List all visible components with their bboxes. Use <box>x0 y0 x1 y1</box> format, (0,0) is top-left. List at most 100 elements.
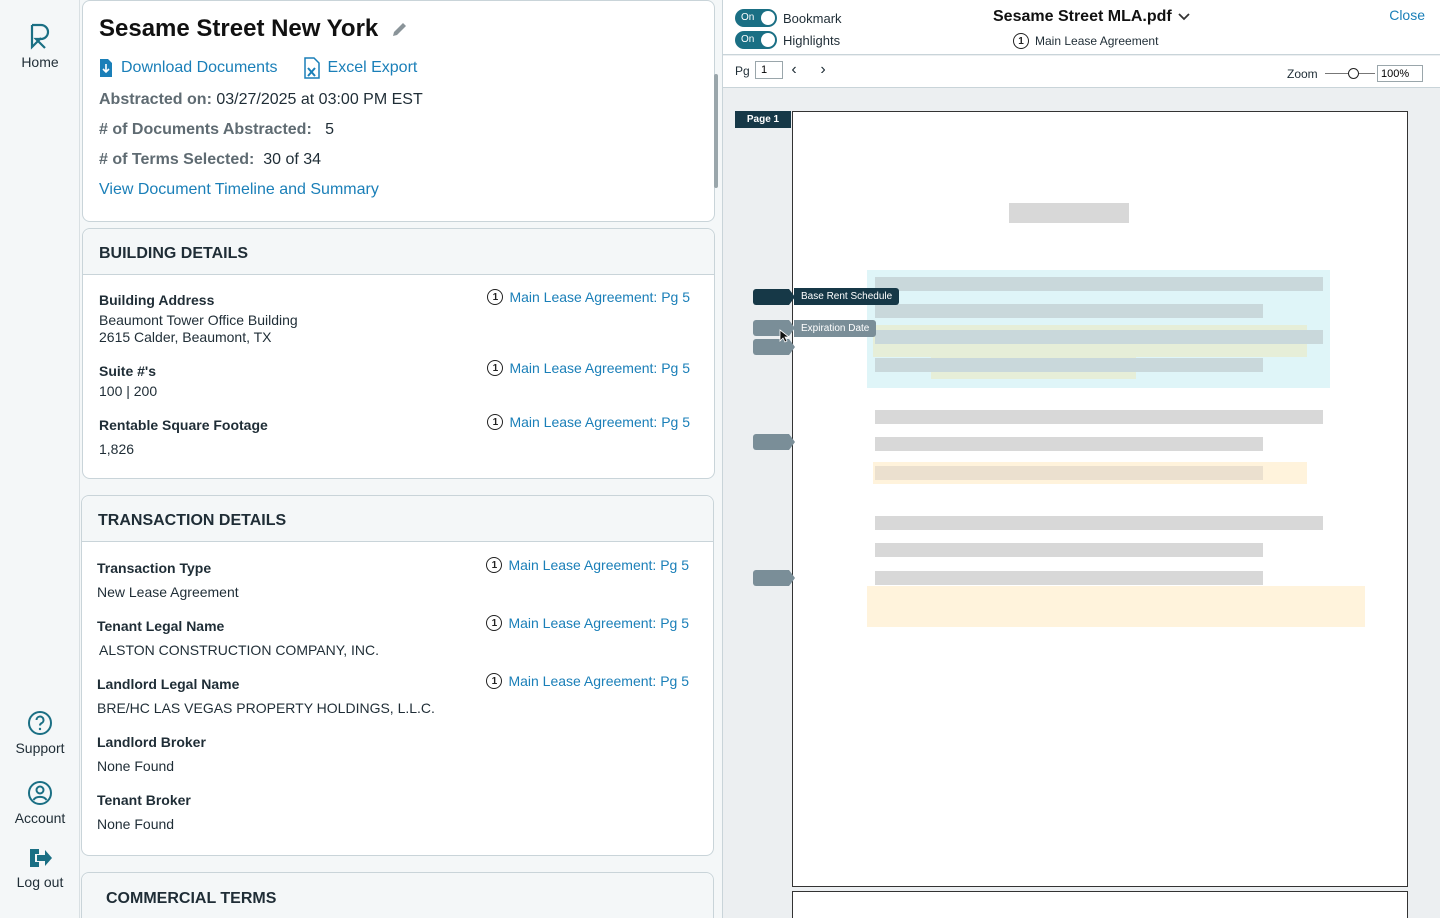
redacted-title-line <box>1009 203 1129 223</box>
commercial-terms-heading: COMMERCIAL TERMS <box>82 873 713 918</box>
zoom-label: Zoom <box>1287 67 1318 81</box>
pdf-page <box>792 111 1408 887</box>
viewer-toolbar: On Bookmark On Highlights Sesame Street … <box>723 0 1440 55</box>
terms-selected-label: # of Terms Selected: <box>99 151 255 168</box>
zoom-slider-thumb[interactable] <box>1348 68 1359 79</box>
field-rentable-square-footage: Rentable Square Footage 1,826 1 Main Lea… <box>99 414 690 458</box>
commercial-terms-card: COMMERCIAL TERMS <box>81 872 714 918</box>
source-reference-link[interactable]: 1 Main Lease Agreement: Pg 5 <box>486 557 689 573</box>
text-line <box>875 466 1263 480</box>
nav-support-label: Support <box>15 740 65 756</box>
source-reference-text: Main Lease Agreement: Pg 5 <box>509 360 690 376</box>
left-nav: Home Support Account Log out <box>0 0 80 918</box>
next-page-chevron-icon[interactable]: › <box>815 61 831 79</box>
source-reference-link[interactable]: 1 Main Lease Agreement: Pg 5 <box>487 360 690 376</box>
field-transaction-type: Transaction Type New Lease Agreement 1 M… <box>97 557 689 601</box>
doc-number-icon: 1 <box>1013 33 1029 49</box>
excel-file-icon <box>303 57 320 79</box>
download-documents-link[interactable]: Download Documents <box>99 57 278 79</box>
building-details-heading: BUILDING DETAILS <box>83 229 714 275</box>
doc-number-icon: 1 <box>487 289 504 305</box>
document-name: Main Lease Agreement <box>1035 34 1159 48</box>
home-logo-icon <box>30 23 50 50</box>
timeline-summary-link[interactable]: View Document Timeline and Summary <box>99 181 698 199</box>
file-selector[interactable]: Sesame Street MLA.pdf <box>993 8 1190 26</box>
highlight-yellow-2[interactable] <box>867 586 1365 627</box>
field-landlord-broker: Landlord Broker None Found <box>97 734 689 775</box>
field-value: ALSTON CONSTRUCTION COMPANY, INC. <box>99 642 380 658</box>
field-building-address: Building Address Beaumont Tower Office B… <box>99 289 690 346</box>
field-label: Landlord Broker <box>97 734 206 750</box>
highlights-toggle-label: Highlights <box>783 32 841 48</box>
bookmark-toggle-row: On Bookmark <box>735 9 842 27</box>
nav-account[interactable]: Account <box>0 780 80 826</box>
document-subtitle: 1 Main Lease Agreement <box>1013 33 1158 49</box>
nav-home[interactable]: Home <box>0 22 80 70</box>
doc-number-icon: 1 <box>487 414 504 430</box>
bookmark-toggle[interactable]: On <box>735 9 777 27</box>
mouse-cursor-icon <box>779 329 789 343</box>
text-line <box>875 543 1263 557</box>
doc-number-icon: 1 <box>486 557 503 573</box>
previous-page-chevron-icon[interactable]: ‹ <box>786 61 802 79</box>
account-icon <box>28 781 52 805</box>
nav-logout-label: Log out <box>16 874 64 890</box>
bookmark-marker-base-rent[interactable] <box>753 289 795 305</box>
page-title: Sesame Street New York <box>99 15 379 42</box>
close-button[interactable]: Close <box>1389 7 1425 23</box>
source-reference-text: Main Lease Agreement: Pg 5 <box>509 289 690 305</box>
field-tenant-broker: Tenant Broker None Found <box>97 792 689 833</box>
property-header-card: Sesame Street New York Download Document… <box>82 0 715 222</box>
documents-abstracted-label: # of Documents Abstracted: <box>99 121 312 138</box>
source-reference-text: Main Lease Agreement: Pg 5 <box>508 673 689 689</box>
source-reference-text: Main Lease Agreement: Pg 5 <box>509 414 690 430</box>
terms-selected-value: 30 of 34 <box>263 151 322 168</box>
nav-support[interactable]: Support <box>0 710 80 756</box>
abstracted-on-row: Abstracted on: 03/27/2025 at 03:00 PM ES… <box>99 91 698 109</box>
text-line <box>875 277 1323 291</box>
highlights-toggle[interactable]: On <box>735 31 777 49</box>
bookmark-label-expiration[interactable]: Expiration Date <box>794 320 877 337</box>
documents-abstracted-row: # of Documents Abstracted: 5 <box>99 121 698 139</box>
highlights-toggle-row: On Highlights <box>735 31 840 49</box>
nav-account-label: Account <box>14 810 66 826</box>
address-line-1: Beaumont Tower Office Building <box>99 312 298 328</box>
source-reference-link[interactable]: 1 Main Lease Agreement: Pg 5 <box>487 289 690 305</box>
chevron-down-icon <box>1178 13 1190 21</box>
transaction-details-heading: TRANSACTION DETAILS <box>82 496 713 542</box>
bookmark-toggle-label: Bookmark <box>783 10 842 26</box>
zoom-percent-input[interactable] <box>1377 65 1423 82</box>
bookmark-marker[interactable] <box>753 570 795 586</box>
transaction-details-card: TRANSACTION DETAILS Transaction Type New… <box>81 495 714 856</box>
field-label: Tenant Broker <box>97 792 191 808</box>
nav-home-label: Home <box>21 54 59 70</box>
source-reference-link[interactable]: 1 Main Lease Agreement: Pg 5 <box>486 673 689 689</box>
download-documents-label: Download Documents <box>121 59 278 76</box>
source-reference-link[interactable]: 1 Main Lease Agreement: Pg 5 <box>486 615 689 631</box>
nav-logout[interactable]: Log out <box>0 846 80 890</box>
text-line <box>875 516 1323 530</box>
field-tenant-legal-name: Tenant Legal Name ALSTON CONSTRUCTION CO… <box>97 615 689 659</box>
field-suite-numbers: Suite #'s 100 | 200 1 Main Lease Agreeme… <box>99 360 690 400</box>
edit-pencil-icon[interactable] <box>390 19 410 39</box>
address-line-2: 2615 Calder, Beaumont, TX <box>99 329 272 345</box>
text-line <box>875 358 1263 372</box>
file-name: Sesame Street MLA.pdf <box>993 8 1172 25</box>
doc-number-icon: 1 <box>487 360 504 376</box>
text-line <box>875 304 1263 318</box>
excel-export-link[interactable]: Excel Export <box>303 57 417 79</box>
text-line <box>875 437 1263 451</box>
bookmark-marker[interactable] <box>753 434 795 450</box>
page-number-input[interactable] <box>755 61 783 79</box>
left-pane-scrollbar[interactable] <box>714 74 718 188</box>
field-value: New Lease Agreement <box>97 584 239 600</box>
page-tag: Page 1 <box>735 111 791 128</box>
help-circle-icon <box>28 711 52 735</box>
pdf-viewer: On Bookmark On Highlights Sesame Street … <box>722 0 1440 918</box>
doc-number-icon: 1 <box>486 615 503 631</box>
bookmark-label-base-rent[interactable]: Base Rent Schedule <box>794 288 900 305</box>
terms-selected-row: # of Terms Selected: 30 of 34 <box>99 151 698 169</box>
text-line <box>875 410 1323 424</box>
source-reference-link[interactable]: 1 Main Lease Agreement: Pg 5 <box>487 414 690 430</box>
page-nav-bar: Pg ‹ › Zoom <box>723 56 1440 88</box>
